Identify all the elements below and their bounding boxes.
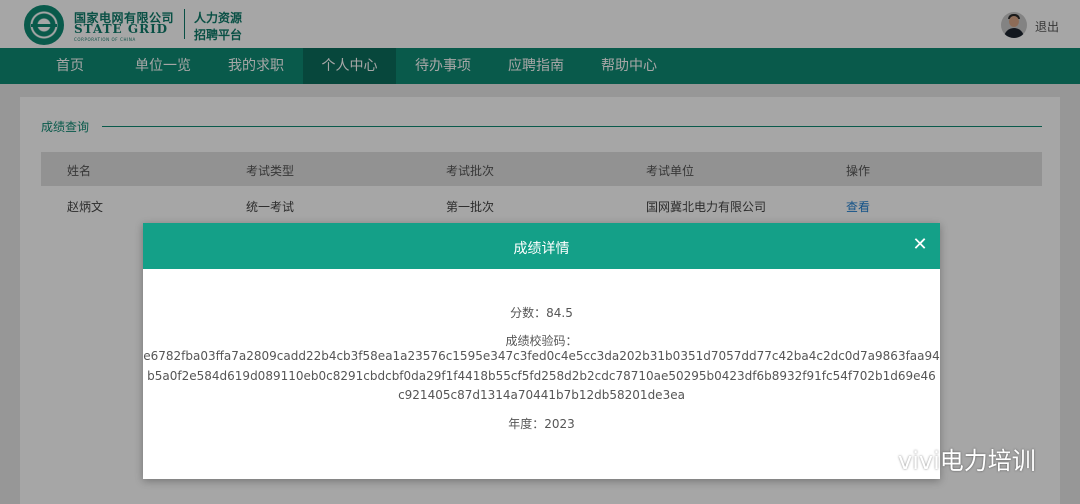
score-detail-modal: 成绩详情 ✕ 分数：84.5 成绩校验码： e6782fba03ffa7a280… xyxy=(143,223,940,479)
hash-label: 成绩校验码： xyxy=(505,334,578,348)
watermark-text: vivi电力培训 xyxy=(898,447,1036,475)
modal-title: 成绩详情 xyxy=(513,241,570,257)
wechat-icon xyxy=(849,443,887,469)
hash-line-2: b5a0f2e584d619d089110eb0c8291cbdcbf0da29… xyxy=(147,369,936,383)
modal-header: 成绩详情 ✕ xyxy=(143,223,940,269)
hash-line-1: e6782fba03ffa7a2809cadd22b4cb3f58ea1a235… xyxy=(143,349,940,363)
score-line: 分数：84.5 xyxy=(510,306,573,320)
close-icon[interactable]: ✕ xyxy=(912,235,928,255)
hash-line-3: c921405c87d1314a70441b7b12db58201de3ea xyxy=(398,388,685,402)
year-line: 年度：2023 xyxy=(508,417,575,431)
